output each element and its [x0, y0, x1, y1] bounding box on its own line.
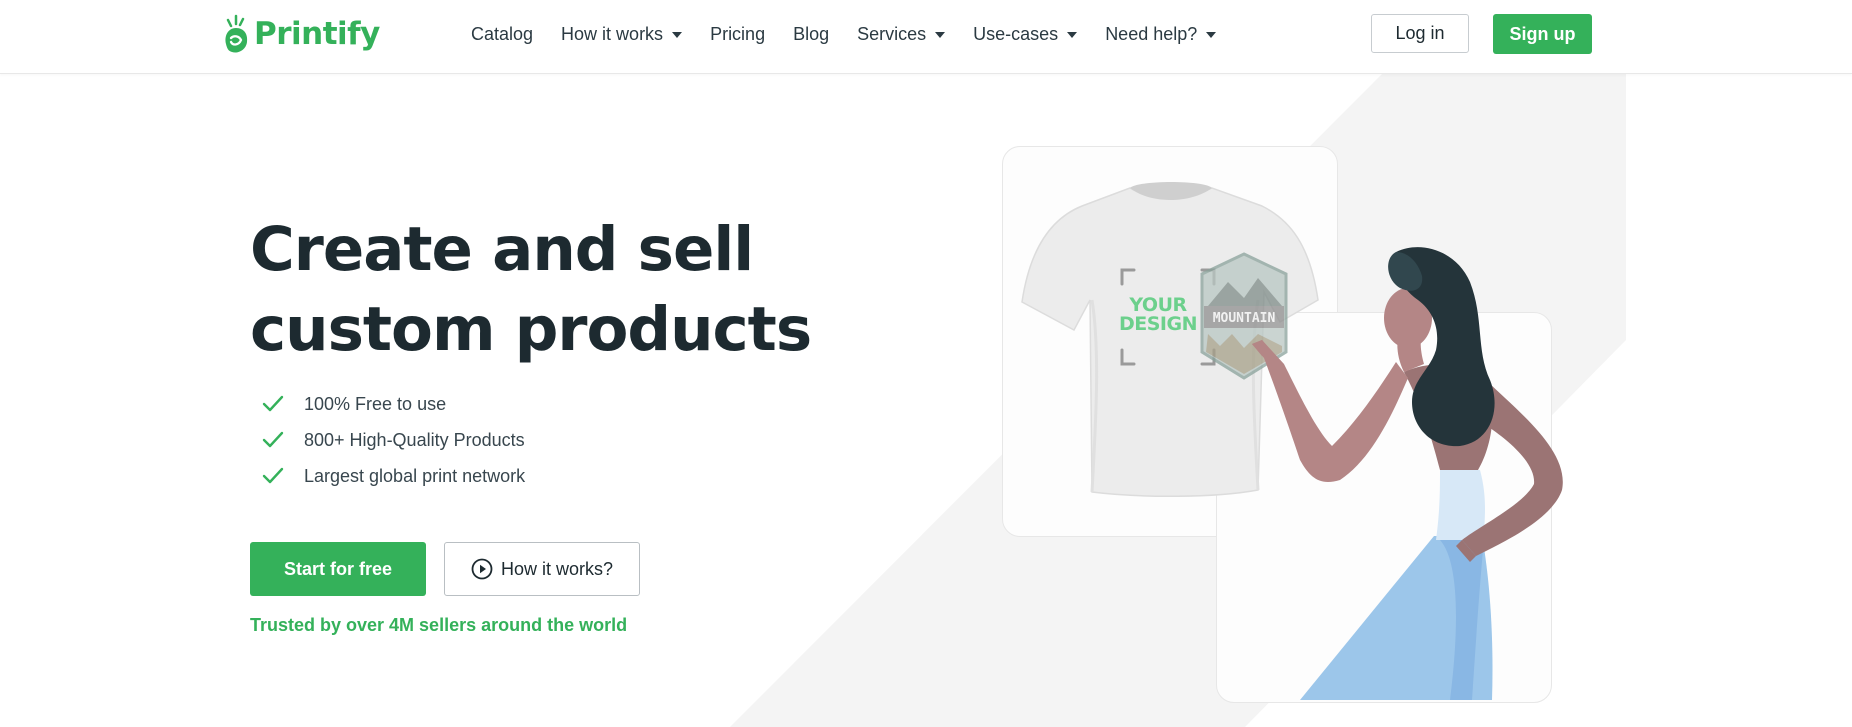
nav-item-use-cases[interactable]: Use-cases [973, 23, 1078, 45]
your-design-placeholder: YOUR DESIGN [1118, 296, 1198, 334]
nav-item-blog[interactable]: Blog [793, 24, 829, 45]
nav-item-need-help[interactable]: Need help? [1105, 23, 1217, 45]
logo-icon [225, 14, 248, 53]
nav-label: Catalog [471, 23, 534, 44]
login-button[interactable]: Log in [1371, 14, 1469, 53]
nav-label: Blog [793, 23, 830, 44]
nav-item-pricing[interactable]: Pricing [710, 24, 765, 45]
hero-illustration: MOUNTAIN [1021, 182, 1563, 700]
nav-item-services[interactable]: Services [857, 23, 946, 45]
woman-illustration [1252, 247, 1563, 700]
nav-item-how-it-works[interactable]: How it works [561, 23, 683, 45]
chevron-down-icon [672, 32, 683, 38]
chevron-down-icon [1067, 32, 1078, 38]
nav-item-catalog[interactable]: Catalog [471, 24, 533, 45]
badge-text: MOUNTAIN [1213, 311, 1276, 326]
nav-label: Pricing [710, 23, 766, 44]
nav-label: How it works [561, 23, 664, 44]
main-nav: Catalog How it works Pricing Blog Servic… [471, 0, 1244, 68]
nav-label: Need help? [1105, 23, 1198, 44]
site-header: Printify Catalog How it works Pricing Bl… [0, 0, 1852, 74]
nav-label: Services [857, 23, 927, 44]
logo[interactable]: Printify [222, 12, 380, 56]
design-text-line-2: DESIGN [1118, 313, 1198, 335]
nav-label: Use-cases [973, 23, 1059, 44]
logo-text: Printify [254, 16, 380, 52]
chevron-down-icon [1206, 32, 1217, 38]
signup-button[interactable]: Sign up [1493, 14, 1592, 54]
chevron-down-icon [935, 32, 946, 38]
